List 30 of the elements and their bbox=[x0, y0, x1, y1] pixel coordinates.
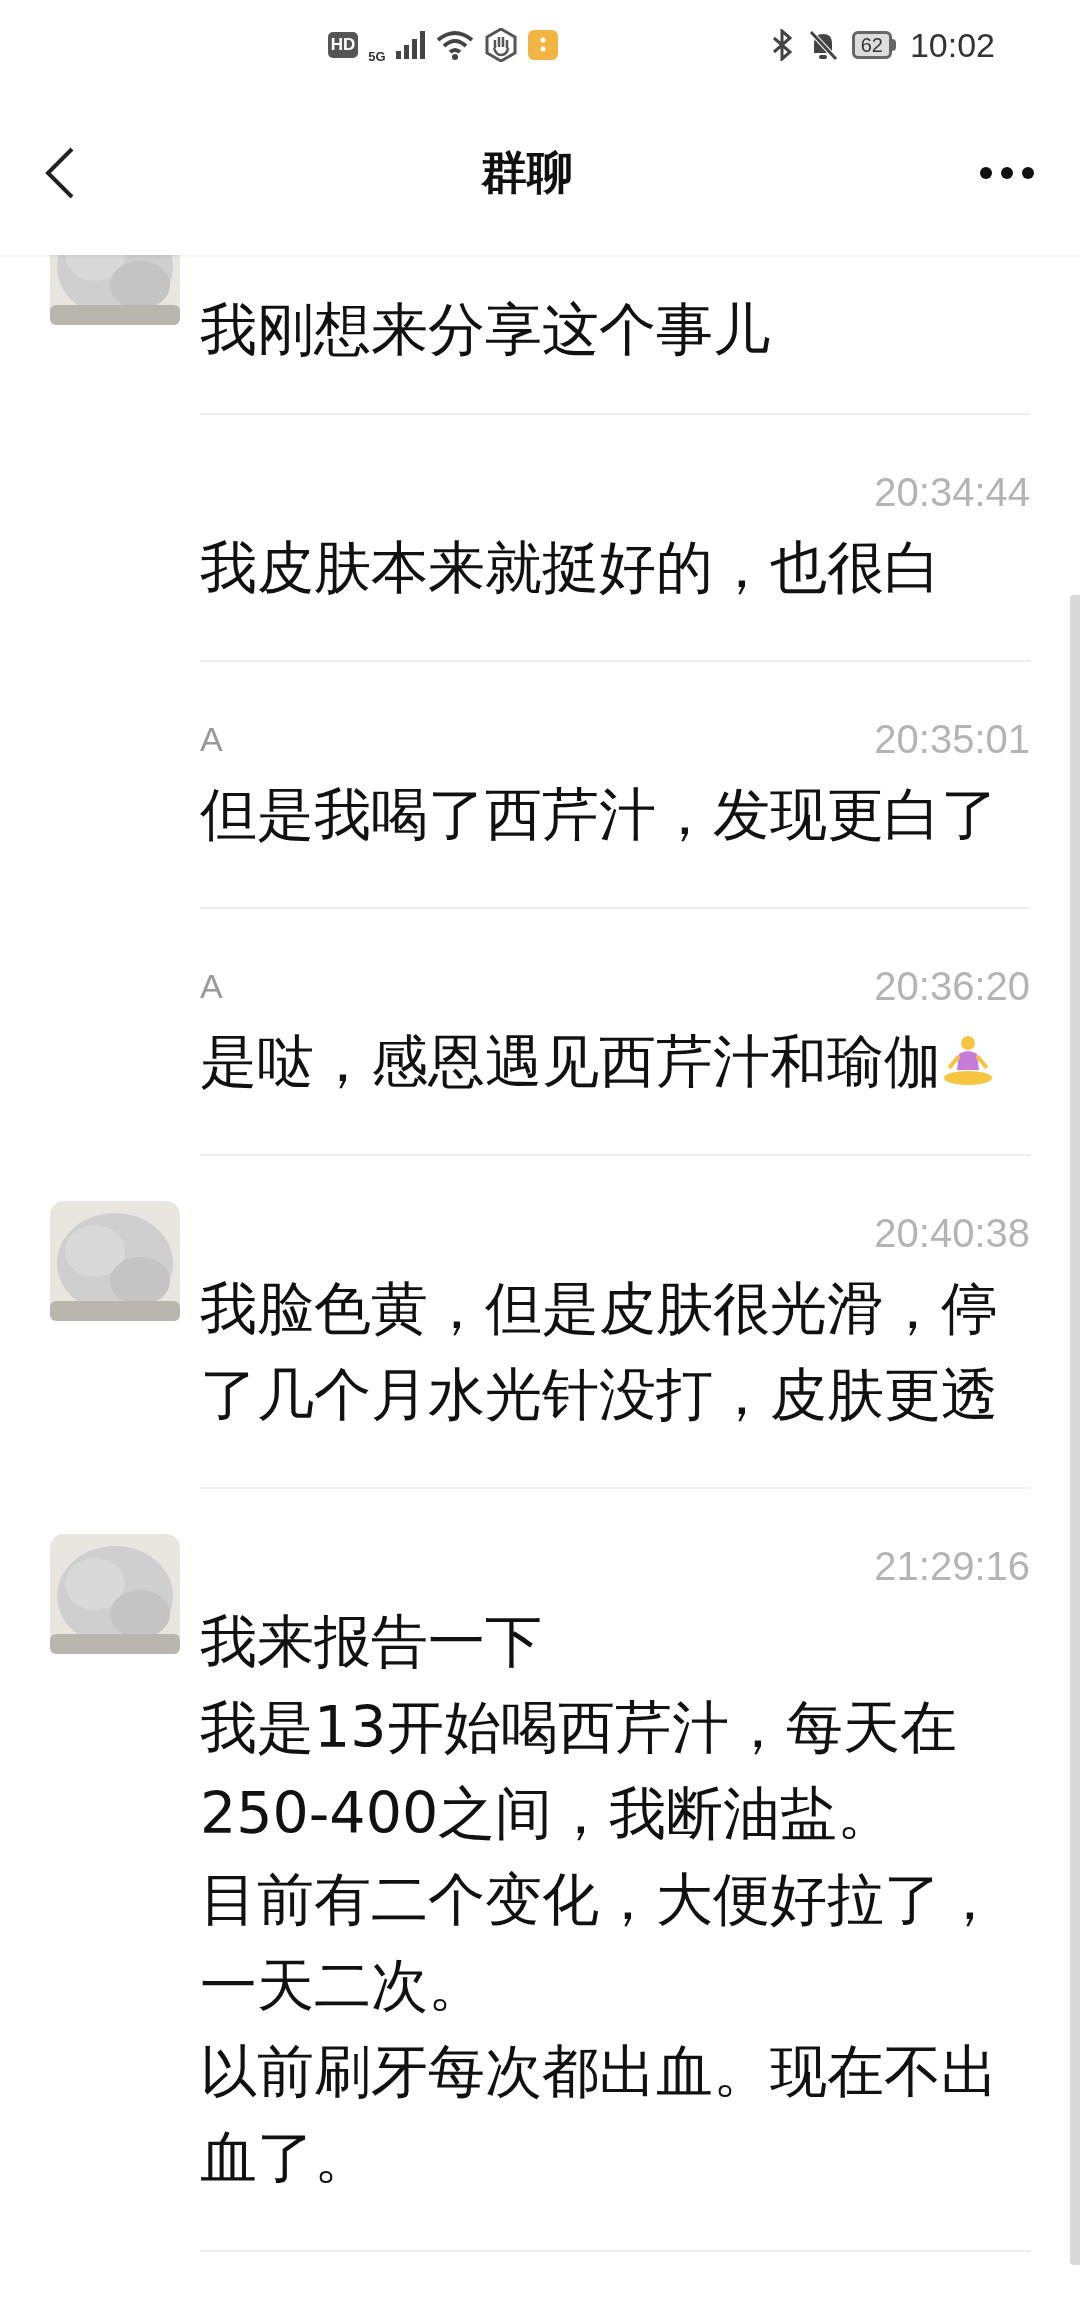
chat-title: 群聊 bbox=[481, 144, 573, 201]
message-text: 我来报告一下 bbox=[200, 1607, 542, 1676]
wifi-icon bbox=[435, 30, 474, 60]
message-text: 我脸色黄，但是皮肤很光滑，停了几个月水光针没打，皮肤更透 bbox=[200, 1274, 999, 1429]
notification-icon bbox=[527, 30, 558, 60]
message-text: 我皮肤本来就挺好的，也很白 bbox=[200, 533, 941, 602]
message-time: 20:36:20 bbox=[874, 963, 1030, 1010]
battery-indicator: 62 bbox=[851, 31, 896, 59]
bluetooth-icon bbox=[771, 29, 794, 61]
message-text: 但是我喝了西芹汁，发现更白了 bbox=[200, 780, 998, 849]
back-icon[interactable] bbox=[45, 146, 75, 199]
network-label: 5G bbox=[368, 48, 386, 67]
hd-badge: HD bbox=[327, 32, 359, 58]
sender-name: A bbox=[200, 965, 223, 1007]
message-text: 我是13开始喝西芹汁，每天在250-400之间，我断油盐。 bbox=[200, 1693, 958, 1848]
message-time: 20:34:44 bbox=[874, 469, 1030, 516]
message-text: 是哒，感恩遇见西芹汁和瑜伽 bbox=[200, 1027, 941, 1096]
signal-icon bbox=[395, 31, 426, 59]
message-text: 我刚想来分享这个事儿 bbox=[200, 295, 770, 364]
more-icon[interactable] bbox=[979, 165, 1035, 180]
message-time: 21:29:16 bbox=[874, 1543, 1030, 1590]
message-text: 目前有二个变化，大便好拉了，一天二次。 bbox=[200, 1865, 999, 2020]
message-text: 以前刷牙每次都出血。现在不出血了。 bbox=[200, 2037, 999, 2192]
sender-name: A bbox=[200, 718, 223, 760]
message-time: 20:35:01 bbox=[874, 716, 1030, 763]
message-time: 20:40:38 bbox=[874, 1210, 1030, 1257]
bell-muted-icon bbox=[807, 29, 838, 61]
hand-icon bbox=[483, 28, 518, 62]
yoga-figure-icon bbox=[941, 1034, 995, 1088]
clock-time: 10:02 bbox=[909, 24, 995, 66]
